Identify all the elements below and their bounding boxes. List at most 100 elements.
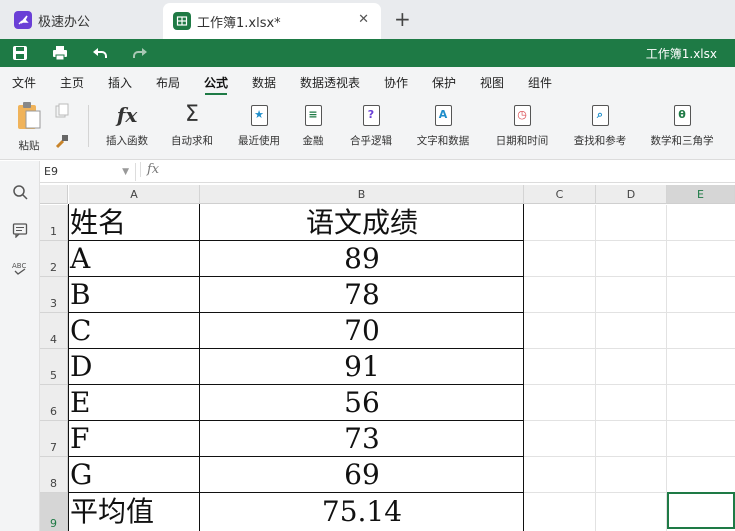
document-title: 工作簿1.xlsx (645, 47, 717, 61)
date-time-button[interactable]: ◷ 日期和时间 (486, 101, 558, 148)
cell-a6[interactable]: E (69, 385, 200, 420)
cell-b7[interactable]: 73 (200, 421, 524, 456)
document-tab-label: 工作簿1.xlsx* (197, 15, 281, 31)
document-tab[interactable]: 工作簿1.xlsx* ✕ (163, 3, 381, 39)
text-data-button[interactable]: A 文字和数据 (407, 101, 479, 148)
clipboard-icon (18, 102, 41, 129)
copy-icon[interactable] (54, 103, 70, 119)
cell-b1[interactable]: 语文成绩 (200, 203, 524, 240)
search-icon[interactable] (12, 184, 28, 200)
name-box-value: E9 (44, 165, 58, 178)
cell-b5[interactable]: 91 (200, 349, 524, 384)
spellcheck-icon[interactable]: ABC (12, 260, 28, 276)
menu-home[interactable]: 主页 (60, 74, 84, 91)
lookup-button[interactable]: ⌕ 查找和参考 (564, 101, 636, 148)
gridline (524, 312, 735, 313)
column-header-a[interactable]: A (69, 185, 200, 204)
cell-a2[interactable]: A (69, 241, 200, 276)
clock-book-icon: ◷ (513, 105, 531, 126)
autosum-button[interactable]: Σ 自动求和 (162, 101, 222, 148)
row-header-3[interactable]: 3 (40, 277, 68, 313)
cell-a7[interactable]: F (69, 421, 200, 456)
column-header-b[interactable]: B (200, 185, 524, 204)
selected-cell-e9[interactable] (667, 492, 735, 529)
menu-components[interactable]: 组件 (528, 74, 552, 91)
name-box[interactable]: E9 ▼ (40, 163, 136, 181)
row-header-9[interactable]: 9 (40, 493, 68, 531)
formula-input[interactable] (168, 164, 728, 180)
question-book-icon: ? (362, 105, 380, 126)
comment-icon[interactable] (12, 222, 28, 238)
cell-b8[interactable]: 69 (200, 457, 524, 492)
cell-a3[interactable]: B (69, 277, 200, 312)
menu-formula[interactable]: 公式 (204, 74, 228, 91)
insert-function-button[interactable]: fx 插入函数 (102, 101, 152, 148)
menu-view[interactable]: 视图 (480, 74, 504, 91)
menu-bar: 文件 主页 插入 布局 公式 数据 数据透视表 协作 保护 视图 组件 (0, 67, 735, 95)
menu-file[interactable]: 文件 (12, 74, 36, 91)
column-header-c[interactable]: C (524, 185, 596, 204)
column-header-d[interactable]: D (596, 185, 667, 204)
logical-button[interactable]: ? 合乎逻辑 (341, 101, 401, 148)
gridline (524, 348, 735, 349)
row-header-2[interactable]: 2 (40, 241, 68, 277)
recent-label: 最近使用 (238, 135, 280, 147)
financial-button[interactable]: ≡ 金融 (296, 101, 330, 148)
format-painter-icon[interactable] (54, 133, 70, 149)
gridline (666, 205, 667, 531)
cell-b3[interactable]: 78 (200, 277, 524, 312)
menu-protect[interactable]: 保护 (432, 74, 456, 91)
math-trig-label: 数学和三角学 (650, 135, 714, 147)
math-trig-button[interactable]: θ 数学和三角学 (642, 101, 722, 148)
paste-button[interactable]: 粘贴 (12, 101, 46, 153)
menu-pivot-table[interactable]: 数据透视表 (300, 74, 360, 91)
select-all-corner[interactable] (40, 185, 68, 204)
row-header-label: 9 (50, 517, 57, 530)
menu-insert[interactable]: 插入 (108, 74, 132, 91)
home-tab[interactable]: 极速办公 (6, 3, 152, 37)
row-header-1[interactable]: 1 (40, 205, 68, 241)
financial-label: 金融 (302, 135, 324, 147)
app-tab-bar: 极速办公 工作簿1.xlsx* ✕ + (0, 0, 735, 39)
paste-label: 粘贴 (18, 140, 40, 152)
row-header-4[interactable]: 4 (40, 313, 68, 349)
cell-a5[interactable]: D (69, 349, 200, 384)
home-tab-label: 极速办公 (38, 14, 91, 30)
recent-button[interactable]: ★ 最近使用 (230, 101, 288, 148)
cell-b2[interactable]: 89 (200, 241, 524, 276)
menu-layout[interactable]: 布局 (156, 74, 180, 91)
star-book-icon: ★ (250, 105, 268, 126)
redo-icon[interactable] (131, 44, 149, 62)
row-header-label: 7 (50, 441, 57, 454)
menu-data[interactable]: 数据 (252, 74, 276, 91)
chevron-down-icon[interactable]: ▼ (122, 163, 129, 181)
cell-a8[interactable]: G (69, 457, 200, 492)
undo-icon[interactable] (91, 44, 109, 62)
cell-b9[interactable]: 75.14 (200, 493, 524, 531)
row-header-8[interactable]: 8 (40, 457, 68, 493)
cell-b6[interactable]: 56 (200, 385, 524, 420)
row-header-label: 3 (50, 297, 57, 310)
menu-collaborate[interactable]: 协作 (384, 74, 408, 91)
save-icon[interactable] (11, 44, 29, 62)
new-tab-button[interactable]: + (394, 7, 411, 31)
row-header-5[interactable]: 5 (40, 349, 68, 385)
close-tab-icon[interactable]: ✕ (358, 12, 369, 27)
row-header-7[interactable]: 7 (40, 421, 68, 457)
search-book-icon: ⌕ (591, 105, 609, 126)
spreadsheet-grid: A B C D E 1 2 3 4 5 6 7 8 9 姓名 语文成绩 A 89… (40, 185, 735, 531)
fx-label: fx (140, 162, 159, 177)
column-header-e[interactable]: E (667, 185, 735, 204)
row-header-6[interactable]: 6 (40, 385, 68, 421)
gridline (524, 276, 735, 277)
cell-a9[interactable]: 平均值 (69, 493, 200, 531)
cell-a1[interactable]: 姓名 (69, 203, 200, 240)
row-header-label: 4 (50, 333, 57, 346)
rocket-icon (14, 11, 32, 29)
text-data-label: 文字和数据 (416, 135, 470, 147)
cell-a4[interactable]: C (69, 313, 200, 348)
gridline (524, 240, 735, 241)
row-header-label: 5 (50, 369, 57, 382)
cell-b4[interactable]: 70 (200, 313, 524, 348)
print-icon[interactable] (51, 44, 69, 62)
